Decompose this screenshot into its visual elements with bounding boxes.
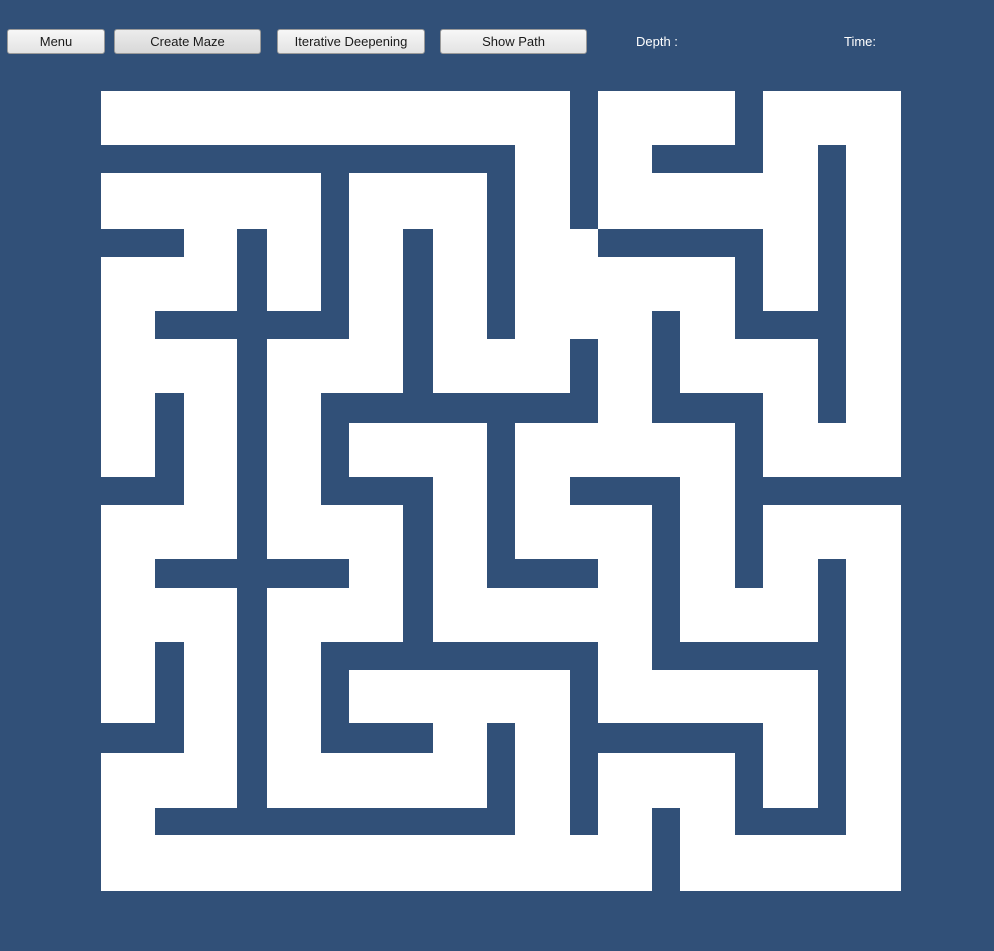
maze-wall (818, 559, 846, 808)
maze-wall (818, 145, 846, 423)
maze-wall (403, 229, 433, 393)
maze-wall (321, 145, 349, 339)
maze-wall (321, 393, 349, 477)
maze-wall (155, 808, 515, 835)
maze-wall (570, 339, 598, 423)
maze-wall (321, 723, 433, 753)
maze-wall (487, 145, 515, 339)
maze-wall (487, 393, 515, 588)
maze-board (101, 91, 901, 891)
maze-wall (101, 229, 184, 257)
maze-wall (101, 145, 515, 173)
maze-wall (735, 477, 763, 588)
maze-wall (652, 642, 846, 670)
maze-wall (321, 642, 598, 670)
maze-wall (403, 477, 433, 670)
maze-wall (155, 642, 184, 723)
maze-wall (155, 311, 349, 339)
maze-wall (570, 91, 598, 229)
maze-wall (487, 559, 598, 588)
maze-wall (652, 145, 763, 173)
maze-wall (652, 477, 680, 670)
maze-wall (155, 559, 349, 588)
maze-wall (101, 723, 184, 753)
maze-wall (570, 642, 598, 835)
maze-wall (735, 808, 846, 835)
maze-wall (101, 477, 184, 505)
maze-wall (652, 808, 680, 891)
maze-wall (321, 393, 598, 423)
maze-wall (735, 311, 846, 339)
